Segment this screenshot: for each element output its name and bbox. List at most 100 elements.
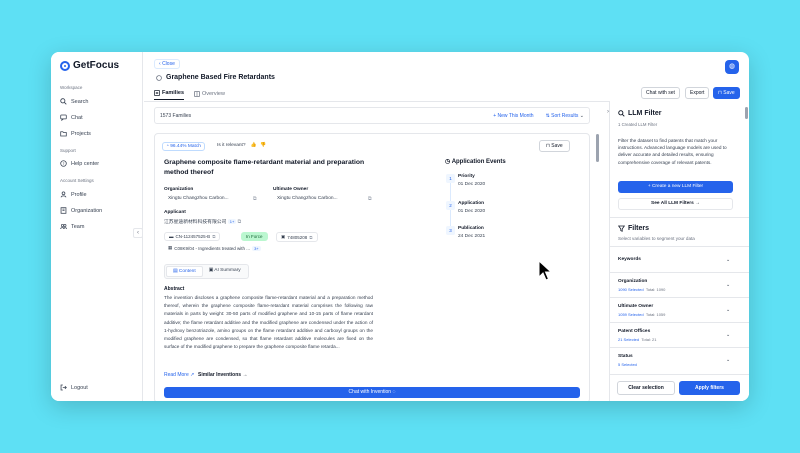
applicant-row: 江苏星途新材料科技有限公司 1+ ⧉ <box>164 218 241 225</box>
family-id-chip[interactable]: ▣ 74805208 ⧉ <box>276 232 318 242</box>
sidebar-item-team[interactable]: Team <box>60 223 84 230</box>
sidebar-collapse-button[interactable]: ‹ <box>133 228 143 238</box>
divider <box>144 101 609 102</box>
filter-status-label[interactable]: Status <box>618 354 633 359</box>
patent-card: ◔ 96.44% Match Is it relevant? 👍 👎 ⊓ Sav… <box>154 133 590 401</box>
filter-keywords-label[interactable]: Keywords <box>618 257 641 262</box>
event-label: Publication <box>458 226 484 231</box>
sidebar-item-chat[interactable]: Chat <box>60 114 83 121</box>
chat-icon <box>60 114 67 121</box>
similar-inventions-link[interactable]: Similar Inventions → <box>198 372 247 378</box>
chevron-down-icon[interactable]: ⌄ <box>726 307 730 313</box>
logo[interactable]: GetFocus <box>60 60 119 71</box>
publication-number-chip[interactable]: ▬ CN-112457525-B ⧉ <box>164 232 221 241</box>
copy-icon[interactable]: ⧉ <box>368 196 371 202</box>
sidebar-item-search[interactable]: Search <box>60 98 88 105</box>
filter-organization-label[interactable]: Organization <box>618 279 647 284</box>
family-id: 74805208 <box>287 234 308 240</box>
export-label: Export <box>690 90 705 96</box>
chevron-down-icon: ⌄ <box>579 112 584 119</box>
events-title-text: Application Events <box>451 159 506 165</box>
chat-with-set-button[interactable]: Chat with set <box>641 87 680 99</box>
grid-icon: ▦ <box>168 245 173 250</box>
results-scrollbar[interactable] <box>596 134 599 162</box>
filter-status-meta: 5 Selected <box>618 362 637 367</box>
match-badge[interactable]: ◔ 96.44% Match <box>162 142 205 151</box>
read-more-link[interactable]: Read More ↗ <box>164 372 194 378</box>
logout-button[interactable]: Logout <box>60 384 88 391</box>
new-this-month-label: New This Month <box>497 112 534 119</box>
relevance-feedback: Is it relevant? 👍 👎 <box>217 143 266 148</box>
divider <box>610 272 749 273</box>
match-value: 96.44% Match <box>170 144 201 149</box>
chevron-right-icon[interactable]: › <box>607 109 609 115</box>
apply-filters-button[interactable]: Apply filters <box>679 381 740 395</box>
chevron-down-icon[interactable]: ⌄ <box>726 257 730 263</box>
applicant-count-badge[interactable]: 1+ <box>227 219 237 224</box>
llm-filter-subtitle: 1 Created LLM Filter <box>618 122 658 127</box>
results-count: 1573 Families <box>160 112 192 119</box>
page-title-text: Graphene Based Fire Retardants <box>166 74 275 81</box>
export-button[interactable]: Export <box>685 87 710 99</box>
sidebar-item-projects[interactable]: Projects <box>60 130 91 137</box>
sidebar-item-profile[interactable]: Profile <box>60 191 87 198</box>
thumbs-down-icon[interactable]: 👎 <box>260 143 266 148</box>
save-patent-button[interactable]: ⊓ Save <box>539 140 570 152</box>
thumbs-up-icon[interactable]: 👍 <box>251 143 257 148</box>
assistant-button[interactable]: ◍ <box>725 60 739 74</box>
patent-title[interactable]: Graphene composite flame-retardant mater… <box>164 158 374 178</box>
tab-ai-summary[interactable]: ▣ AI Summary <box>203 266 247 277</box>
divider <box>610 322 749 323</box>
clear-selection-button[interactable]: Clear selection <box>617 381 675 395</box>
create-llm-filter-button[interactable]: + Create a new LLM Filter <box>618 181 733 193</box>
cpc-chip[interactable]: ▦ C08K9/04 - Ingredients treated with ..… <box>164 244 265 252</box>
cpc-text: C08K9/04 - Ingredients treated with ... <box>174 245 251 251</box>
tab-content[interactable]: ▤ Content <box>166 266 203 277</box>
logout-icon <box>60 384 67 391</box>
grid-icon <box>194 90 200 97</box>
building-icon <box>60 207 67 214</box>
event-number: 1 <box>446 174 455 183</box>
view-tabs: Families Overview <box>154 90 225 100</box>
copy-icon: ⧉ <box>309 234 313 240</box>
relevance-question: Is it relevant? <box>217 143 246 148</box>
see-all-llm-filters-button[interactable]: See All LLM Filters → <box>618 198 733 210</box>
chevron-left-icon: ‹ <box>137 230 139 236</box>
user-icon <box>60 191 67 198</box>
filters-footer: Clear selection Apply filters <box>610 374 749 401</box>
copy-icon[interactable]: ⧉ <box>253 196 256 202</box>
filter-owner-label[interactable]: Ultimate Owner <box>618 304 653 309</box>
chat-with-invention-button[interactable]: Chat with Invention ◌ <box>164 387 580 398</box>
chevron-down-icon[interactable]: ⌄ <box>726 332 730 338</box>
mouse-cursor-icon <box>538 260 552 281</box>
filters-title: Filters <box>618 225 649 232</box>
filter-offices-label[interactable]: Patent Offices <box>618 329 650 334</box>
sidebar-item-organization[interactable]: Organization <box>60 207 102 214</box>
divider <box>610 297 749 298</box>
filter-offices-meta: 21 Selected Total: 21 <box>618 337 657 342</box>
filters-scrollbar[interactable] <box>745 107 748 119</box>
tab-families[interactable]: Families <box>154 90 185 100</box>
chevron-down-icon[interactable]: ⌄ <box>726 282 730 288</box>
sort-results-button[interactable]: ⇅ Sort Results ⌄ <box>546 113 584 119</box>
owner-value[interactable]: Xingtu Changzhou Carbon... <box>277 196 338 201</box>
new-this-month-button[interactable]: + New This Month <box>493 113 533 119</box>
save-button[interactable]: ⊓ Save <box>713 87 740 99</box>
llm-filter-description: Filter the dataset to find patents that … <box>618 138 727 165</box>
filters-subtitle: Select variables to segment your data <box>618 236 695 241</box>
organization-value[interactable]: Xingtu Changzhou Carbon... <box>168 196 229 201</box>
applicant-value[interactable]: 江苏星途新材料科技有限公司 <box>164 220 226 225</box>
organization-label: Organization <box>164 187 194 192</box>
chevron-down-icon[interactable]: ⌄ <box>726 357 730 363</box>
tab-overview[interactable]: Overview <box>194 90 225 100</box>
copy-icon[interactable]: ⧉ <box>238 220 241 225</box>
app-name: GetFocus <box>73 60 120 71</box>
llm-filter-title: LLM Filter <box>618 110 661 117</box>
selected-count: 1090 Selected <box>618 287 644 292</box>
close-button[interactable]: ‹ Close <box>154 59 180 69</box>
event-label: Priority <box>458 174 475 179</box>
publication-number: CN-112457525-B <box>175 234 211 239</box>
filters-panel: › LLM Filter 1 Created LLM Filter Filter… <box>607 101 749 401</box>
sidebar-item-help-center[interactable]: ? Help center <box>60 160 99 167</box>
sidebar-item-label: Chat <box>71 114 83 121</box>
